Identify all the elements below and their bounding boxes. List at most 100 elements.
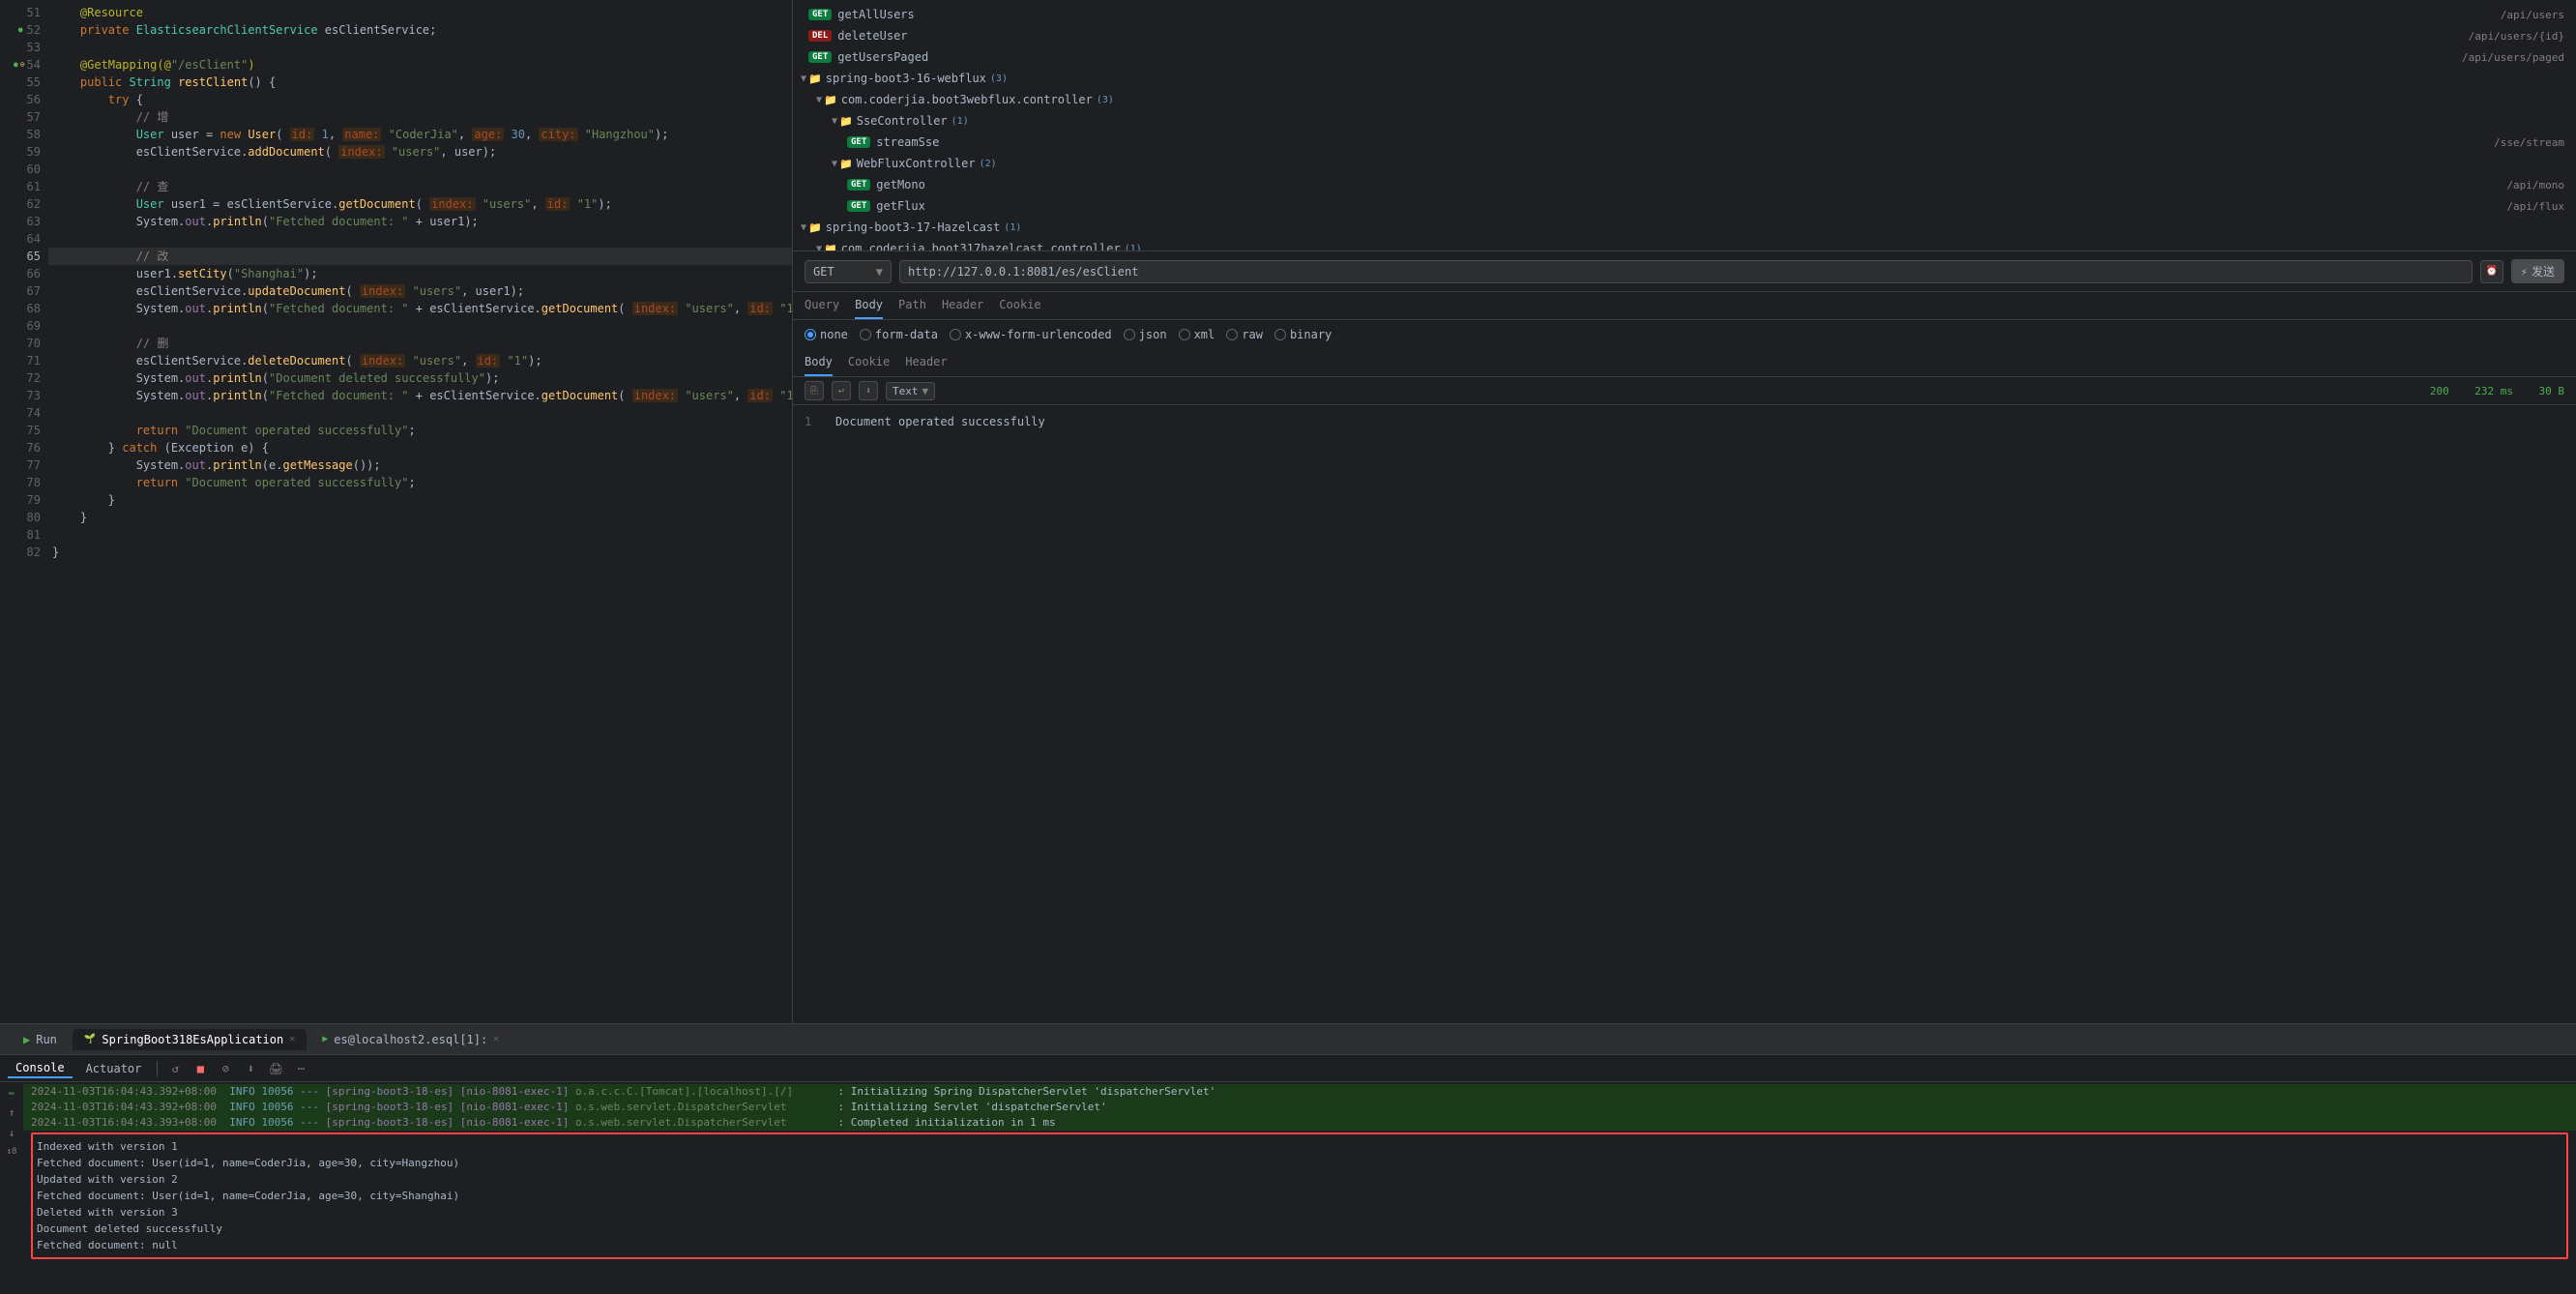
- tree-item-webflux-folder[interactable]: ▼ 📁 spring-boot3-16-webflux (3): [793, 68, 2576, 89]
- log-line-3: 2024-11-03T16:04:43.393+08:00 INFO 10056…: [23, 1115, 2576, 1131]
- tree-item-hazelcast-folder[interactable]: ▼ 📁 spring-boot3-17-Hazelcast (1): [793, 217, 2576, 238]
- radio-dot-form-data: [860, 329, 871, 340]
- api-path-get-mono: /api/mono: [2506, 179, 2576, 191]
- api-name-get-all-users: getAllUsers: [837, 8, 914, 21]
- scroll-icon[interactable]: ⬇: [241, 1059, 260, 1078]
- folder-name-hazelcast: spring-boot3-17-Hazelcast: [826, 221, 1001, 234]
- run-icon: ▶: [23, 1033, 30, 1046]
- radio-urlencoded[interactable]: x-www-form-urlencoded: [950, 328, 1112, 341]
- clear-icon[interactable]: ⊘: [216, 1059, 235, 1078]
- log-msg-1: : Initializing Spring DispatcherServlet …: [837, 1084, 1215, 1100]
- method-value: GET: [813, 265, 834, 279]
- bottom-tab-app[interactable]: 🌱 SpringBoot318EsApplication ✕: [73, 1029, 307, 1050]
- line-num-60: 60: [0, 161, 41, 178]
- line-num-57: 57: [0, 108, 41, 126]
- folder-name-webflux-ctrl: com.coderjia.boot3webflux.controller: [841, 93, 1093, 106]
- app-tab-close[interactable]: ✕: [289, 1034, 295, 1044]
- code-line-72: System.out.println("Document deleted suc…: [48, 369, 792, 387]
- line-num-63: 63: [0, 213, 41, 230]
- tab-cookie[interactable]: Cookie: [999, 292, 1040, 319]
- console-log-area: 2024-11-03T16:04:43.392+08:00 INFO 10056…: [23, 1082, 2576, 1294]
- folder-badge-webflux: (3): [990, 74, 1008, 84]
- esql-tab-close[interactable]: ✕: [493, 1034, 499, 1044]
- response-tab-header[interactable]: Header: [905, 349, 947, 376]
- print-icon[interactable]: 🖨: [266, 1059, 285, 1078]
- api-path-get-users-paged: /api/users/paged: [2462, 51, 2576, 64]
- wrap-icon[interactable]: ↩: [832, 381, 851, 400]
- more-icon[interactable]: ⋯: [291, 1059, 310, 1078]
- copy-icon[interactable]: ⎘: [805, 381, 824, 400]
- radio-none[interactable]: none: [805, 328, 848, 341]
- radio-binary[interactable]: binary: [1274, 328, 1332, 341]
- console-tab-label: Console: [15, 1061, 65, 1074]
- stop-icon[interactable]: ■: [190, 1059, 210, 1078]
- radio-json[interactable]: json: [1124, 328, 1167, 341]
- clock-icon[interactable]: ⏰: [2480, 260, 2503, 283]
- console-body: ✏ ↑ ↓ ↕8 2024-11-03T16:04:43.392+08:00 I…: [0, 1082, 2576, 1294]
- api-name-get-users-paged: getUsersPaged: [837, 50, 928, 64]
- tree-item-get-flux[interactable]: GET getFlux /api/flux: [793, 195, 2576, 217]
- chevron-icon-hazelcast: ▼: [801, 222, 806, 233]
- response-toolbar: ⎘ ↩ ⬇ Text ▼ 200 232 ms 30 B: [793, 377, 2576, 405]
- tab-query[interactable]: Query: [805, 292, 839, 319]
- format-select[interactable]: Text ▼: [886, 382, 935, 400]
- line-num-62: 62: [0, 195, 41, 213]
- highlighted-log-3: Updated with version 2: [37, 1171, 2562, 1188]
- code-line-63: System.out.println("Fetched document: " …: [48, 213, 792, 230]
- bottom-tab-run[interactable]: ▶ Run: [12, 1029, 69, 1050]
- folder-badge-webflux-ctrl: (3): [1097, 95, 1114, 105]
- tree-item-hazelcast-ctrl[interactable]: ▼ 📁 com.coderjia.boot317hazelcast.contro…: [793, 238, 2576, 251]
- tree-item-webflux-ctrl-folder2[interactable]: ▼ 📁 WebFluxController (2): [793, 153, 2576, 174]
- tree-item-stream-sse[interactable]: GET streamSse /sse/stream: [793, 132, 2576, 153]
- tab-body[interactable]: Body: [855, 292, 883, 319]
- code-line-51: @Resource: [48, 4, 792, 21]
- status-spacer: [2455, 385, 2468, 397]
- line-num-79: 79: [0, 491, 41, 509]
- tree-item-get-all-users[interactable]: GET getAllUsers /api/users: [793, 4, 2576, 25]
- download-icon[interactable]: ⬇: [859, 381, 878, 400]
- format-chevron-icon: ▼: [922, 385, 929, 397]
- log-class-2: o.s.web.servlet.DispatcherServlet: [575, 1100, 838, 1115]
- highlighted-log-1: Indexed with version 1: [37, 1138, 2562, 1155]
- radio-raw[interactable]: raw: [1226, 328, 1263, 341]
- response-line-num: 1: [805, 413, 824, 430]
- tree-item-sse-folder[interactable]: ▼ 📁 SseController (1): [793, 110, 2576, 132]
- restart-icon[interactable]: ↺: [165, 1059, 185, 1078]
- folder-badge-webflux-ctrl2: (2): [980, 159, 997, 169]
- tree-item-webflux-controller-folder[interactable]: ▼ 📁 com.coderjia.boot3webflux.controller…: [793, 89, 2576, 110]
- console-tab-actuator[interactable]: Actuator: [78, 1060, 150, 1077]
- tree-item-get-mono[interactable]: GET getMono /api/mono: [793, 174, 2576, 195]
- filter-icon[interactable]: ✏: [9, 1086, 15, 1099]
- console-tab-console[interactable]: Console: [8, 1059, 73, 1078]
- send-button[interactable]: ⚡ 发送: [2511, 259, 2564, 283]
- url-input[interactable]: [899, 260, 2473, 283]
- code-line-69: [48, 317, 792, 335]
- radio-xml[interactable]: xml: [1179, 328, 1215, 341]
- bottom-tab-esql[interactable]: ▶ es@localhost2.esql[1]: ✕: [310, 1029, 511, 1050]
- line-num-78: 78: [0, 474, 41, 491]
- method-select[interactable]: GET ▼: [805, 260, 892, 283]
- highlighted-output-box: Indexed with version 1 Fetched document:…: [31, 1132, 2568, 1259]
- tree-item-get-users-paged[interactable]: GET getUsersPaged /api/users/paged: [793, 46, 2576, 68]
- response-tab-body[interactable]: Body: [805, 349, 833, 376]
- level-icon[interactable]: ↕8: [7, 1147, 17, 1157]
- folder-icon-webflux-ctrl2: 📁: [839, 158, 853, 170]
- code-line-67: esClientService.updateDocument( index: "…: [48, 282, 792, 300]
- arrow-up-icon[interactable]: ↑: [9, 1106, 15, 1119]
- actuator-tab-label: Actuator: [86, 1062, 142, 1075]
- line-num-55: 55: [0, 74, 41, 91]
- log-line-2: 2024-11-03T16:04:43.392+08:00 INFO 10056…: [23, 1100, 2576, 1115]
- tab-path[interactable]: Path: [898, 292, 926, 319]
- code-line-74: [48, 404, 792, 422]
- send-label: 发送: [2532, 263, 2555, 279]
- send-icon: ⚡: [2521, 265, 2528, 279]
- arrow-down-icon[interactable]: ↓: [9, 1127, 15, 1139]
- radio-form-data[interactable]: form-data: [860, 328, 938, 341]
- line-num-56: 56: [0, 91, 41, 108]
- response-tab-cookie[interactable]: Cookie: [848, 349, 890, 376]
- api-path-get-all-users: /api/users: [2501, 9, 2576, 21]
- tree-item-delete-user[interactable]: DEL deleteUser /api/users/{id}: [793, 25, 2576, 46]
- api-name-delete-user: deleteUser: [837, 29, 907, 43]
- tab-header[interactable]: Header: [942, 292, 983, 319]
- response-body-line: 1 Document operated successfully: [805, 413, 2564, 430]
